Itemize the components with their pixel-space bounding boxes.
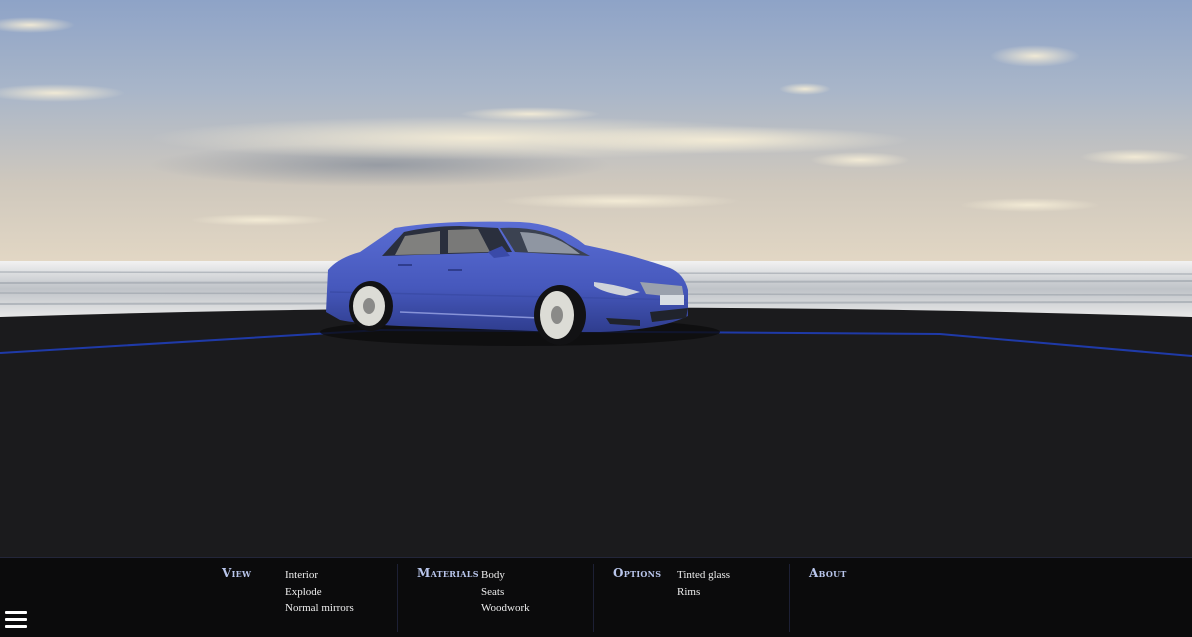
menu-group-view: View Interior Explode Normal mirrors	[212, 558, 398, 637]
rear-wheel	[349, 281, 393, 331]
menu-bar: View Interior Explode Normal mirrors Mat…	[0, 557, 1192, 637]
hamburger-bar	[5, 625, 27, 628]
scene	[0, 0, 1192, 557]
menu-item-explode[interactable]: Explode	[285, 584, 354, 601]
menu-item-body[interactable]: Body	[481, 567, 530, 584]
menu-item-normal-mirrors[interactable]: Normal mirrors	[285, 600, 354, 617]
front-wheel	[534, 285, 586, 345]
hamburger-bar	[5, 618, 27, 621]
menu-item-interior[interactable]: Interior	[285, 567, 354, 584]
menu-items-view: Interior Explode Normal mirrors	[285, 567, 354, 617]
menu-heading-view[interactable]: View	[222, 566, 251, 580]
menu-group-materials: Materials Body Seats Woodwork	[398, 558, 594, 637]
menu-group-options: Options Tinted glass Rims	[594, 558, 790, 637]
menu-items-materials: Body Seats Woodwork	[481, 567, 530, 617]
3d-viewport[interactable]	[0, 0, 1192, 557]
menu-item-tinted-glass[interactable]: Tinted glass	[677, 567, 730, 584]
menu-heading-options[interactable]: Options	[613, 566, 661, 580]
menu-item-woodwork[interactable]: Woodwork	[481, 600, 530, 617]
menu-item-rims[interactable]: Rims	[677, 584, 730, 601]
menu-items-options: Tinted glass Rims	[677, 567, 730, 600]
hamburger-menu-icon[interactable]	[5, 611, 27, 629]
hamburger-bar	[5, 611, 27, 614]
menu-group-about: About	[790, 558, 980, 637]
menu-heading-materials[interactable]: Materials	[417, 566, 479, 580]
menu-item-seats[interactable]: Seats	[481, 584, 530, 601]
menu-heading-about[interactable]: About	[809, 566, 847, 580]
